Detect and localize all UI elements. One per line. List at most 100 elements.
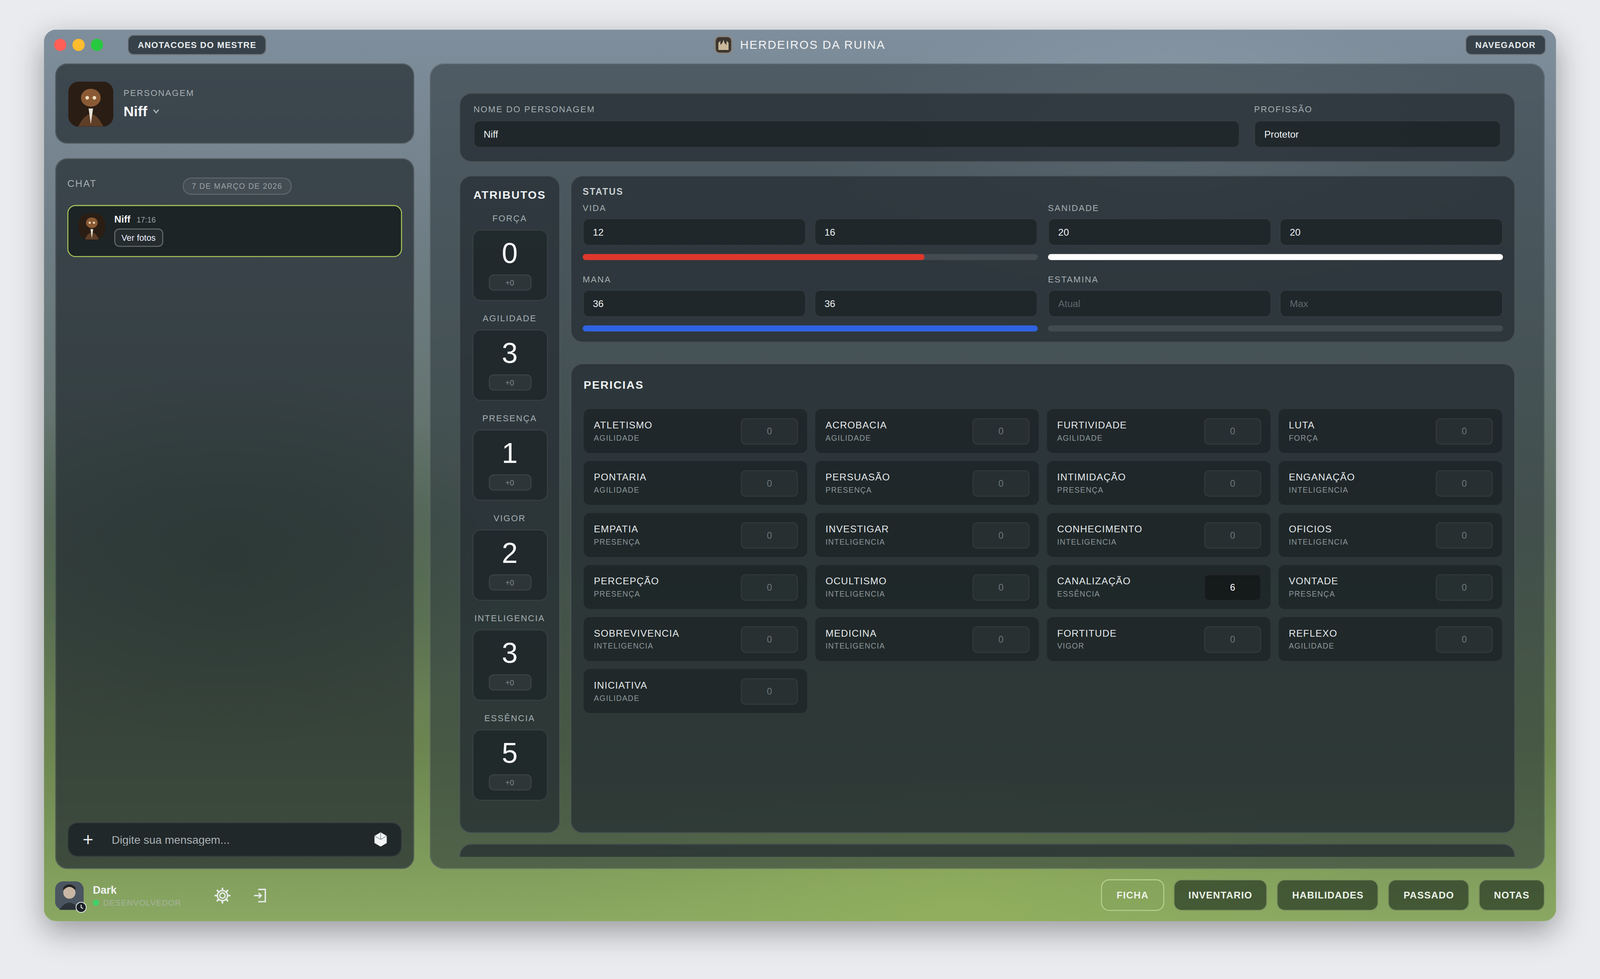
- character-name-field[interactable]: [473, 120, 1240, 148]
- skill-value[interactable]: 0: [998, 426, 1004, 437]
- skill-value-box[interactable]: 0: [972, 417, 1030, 445]
- skill-value-box[interactable]: 0: [740, 626, 799, 653]
- skill-value-box[interactable]: 6: [1203, 573, 1262, 601]
- attribute-modifier[interactable]: +0: [488, 674, 531, 691]
- current-field[interactable]: [582, 289, 806, 318]
- max-field[interactable]: [814, 218, 1038, 246]
- tab-label[interactable]: PASSADO: [1403, 889, 1455, 901]
- skill-value[interactable]: 0: [1230, 530, 1236, 541]
- add-button[interactable]: +: [82, 830, 94, 849]
- tab[interactable]: INVENTARIO: [1173, 879, 1268, 912]
- skill-value[interactable]: 0: [766, 634, 772, 645]
- tab[interactable]: NOTAS: [1478, 879, 1545, 912]
- skill-value[interactable]: 6: [1230, 582, 1236, 593]
- attribute-modifier[interactable]: +0: [488, 574, 531, 591]
- minimize-button[interactable]: [72, 38, 85, 52]
- skill-value[interactable]: 0: [998, 530, 1004, 541]
- attribute-modifier[interactable]: +0: [488, 774, 531, 791]
- skill-value-box[interactable]: 0: [740, 469, 799, 497]
- skill-value-box[interactable]: 0: [972, 521, 1030, 549]
- attribute-value[interactable]: 3: [501, 639, 518, 669]
- skill-value-box[interactable]: 0: [1435, 626, 1493, 653]
- attribute-value[interactable]: 2: [501, 539, 518, 569]
- character-name[interactable]: Niff: [123, 103, 148, 120]
- button-label[interactable]: NAVEGADOR: [1475, 39, 1536, 50]
- view-photos-button[interactable]: Ver fotos: [114, 228, 163, 247]
- button-label[interactable]: ANOTACOES DO MESTRE: [137, 39, 257, 50]
- attribute-box[interactable]: 5+0: [471, 729, 548, 802]
- skill-value-box[interactable]: 0: [972, 469, 1030, 497]
- attribute-value[interactable]: 3: [501, 339, 518, 369]
- skill-value[interactable]: 0: [766, 478, 772, 489]
- current-field[interactable]: [1048, 289, 1272, 318]
- tab[interactable]: FICHA: [1101, 879, 1164, 912]
- skill-value[interactable]: 0: [998, 478, 1004, 489]
- skill-value-box[interactable]: 0: [1203, 521, 1262, 549]
- skill-value-box[interactable]: 0: [1203, 417, 1262, 445]
- tab-label[interactable]: FICHA: [1116, 889, 1149, 901]
- skill-value[interactable]: 0: [1461, 582, 1468, 593]
- gear-icon[interactable]: [213, 886, 232, 905]
- skill-value[interactable]: 0: [1461, 426, 1468, 437]
- skill-value[interactable]: 0: [766, 686, 772, 697]
- skill-value[interactable]: 0: [1461, 634, 1468, 645]
- chat-message[interactable]: Niff17:16Ver fotos: [67, 205, 402, 258]
- skill-value[interactable]: 0: [766, 582, 772, 593]
- tab-label[interactable]: INVENTARIO: [1188, 889, 1253, 901]
- navigator-button[interactable]: NAVEGADOR: [1465, 34, 1547, 55]
- skill-value-box[interactable]: 0: [1435, 521, 1493, 549]
- skill-value-box[interactable]: 0: [1203, 469, 1262, 497]
- max-field[interactable]: [814, 289, 1038, 318]
- skill-value[interactable]: 0: [998, 582, 1004, 593]
- zoom-button[interactable]: [90, 38, 104, 52]
- tab-label[interactable]: NOTAS: [1494, 889, 1530, 901]
- attribute-value[interactable]: 5: [501, 739, 518, 769]
- max-field[interactable]: [1279, 218, 1504, 246]
- skill-value-box[interactable]: 0: [972, 626, 1030, 653]
- skill-value-box[interactable]: 0: [1203, 626, 1262, 653]
- current-field[interactable]: [582, 218, 806, 246]
- skill-value-box[interactable]: 0: [1435, 469, 1493, 497]
- skill-value[interactable]: 0: [766, 426, 772, 437]
- attribute-modifier[interactable]: +0: [488, 274, 531, 291]
- skill-value[interactable]: 0: [1230, 478, 1236, 489]
- character-name-row[interactable]: Niff: [123, 103, 195, 120]
- max-field[interactable]: [1279, 289, 1504, 318]
- attribute-box[interactable]: 3+0: [471, 629, 548, 702]
- skill-value[interactable]: 0: [1461, 530, 1468, 541]
- attribute-box[interactable]: 3+0: [471, 329, 548, 402]
- skill-value[interactable]: 0: [1230, 634, 1236, 645]
- skill-value-box[interactable]: 0: [1435, 573, 1493, 601]
- skill-value[interactable]: 0: [1461, 478, 1468, 489]
- tab-label[interactable]: HABILIDADES: [1292, 889, 1364, 901]
- tab[interactable]: PASSADO: [1388, 879, 1470, 912]
- attribute-box[interactable]: 2+0: [471, 529, 548, 602]
- current-field[interactable]: [1048, 218, 1272, 246]
- attribute-box[interactable]: 0+0: [471, 229, 548, 302]
- attribute-modifier[interactable]: +0: [488, 374, 531, 391]
- message-input[interactable]: [109, 832, 356, 847]
- attribute-modifier[interactable]: +0: [488, 474, 531, 491]
- master-notes-button[interactable]: ANOTACOES DO MESTRE: [127, 34, 267, 55]
- button-label[interactable]: Ver fotos: [121, 232, 156, 243]
- skill-value[interactable]: 0: [1230, 426, 1236, 437]
- dice-icon[interactable]: [372, 831, 389, 849]
- skill-value-box[interactable]: 0: [740, 521, 799, 549]
- attribute-value[interactable]: 1: [501, 439, 518, 469]
- skill-value-box[interactable]: 0: [740, 678, 799, 705]
- attribute-box[interactable]: 1+0: [471, 429, 548, 502]
- skill-value-box[interactable]: 0: [740, 417, 799, 445]
- skill-value[interactable]: 0: [998, 634, 1004, 645]
- profession-field[interactable]: [1253, 120, 1501, 148]
- attribute-value[interactable]: 0: [501, 239, 518, 269]
- close-button[interactable]: [53, 38, 67, 52]
- content-area: PERSONAGEMNiffCHAT7 DE MARÇO DE 2026Niff…: [44, 63, 1557, 870]
- character-selector[interactable]: PERSONAGEMNiff: [55, 63, 415, 144]
- skill-value-box[interactable]: 0: [1435, 417, 1493, 445]
- skill-value-box[interactable]: 0: [972, 573, 1030, 601]
- tab[interactable]: HABILIDADES: [1276, 879, 1380, 912]
- skill-value[interactable]: 0: [766, 530, 772, 541]
- skill-value-box[interactable]: 0: [740, 573, 799, 601]
- logout-icon[interactable]: [250, 886, 270, 905]
- user-avatar[interactable]: [55, 880, 84, 910]
